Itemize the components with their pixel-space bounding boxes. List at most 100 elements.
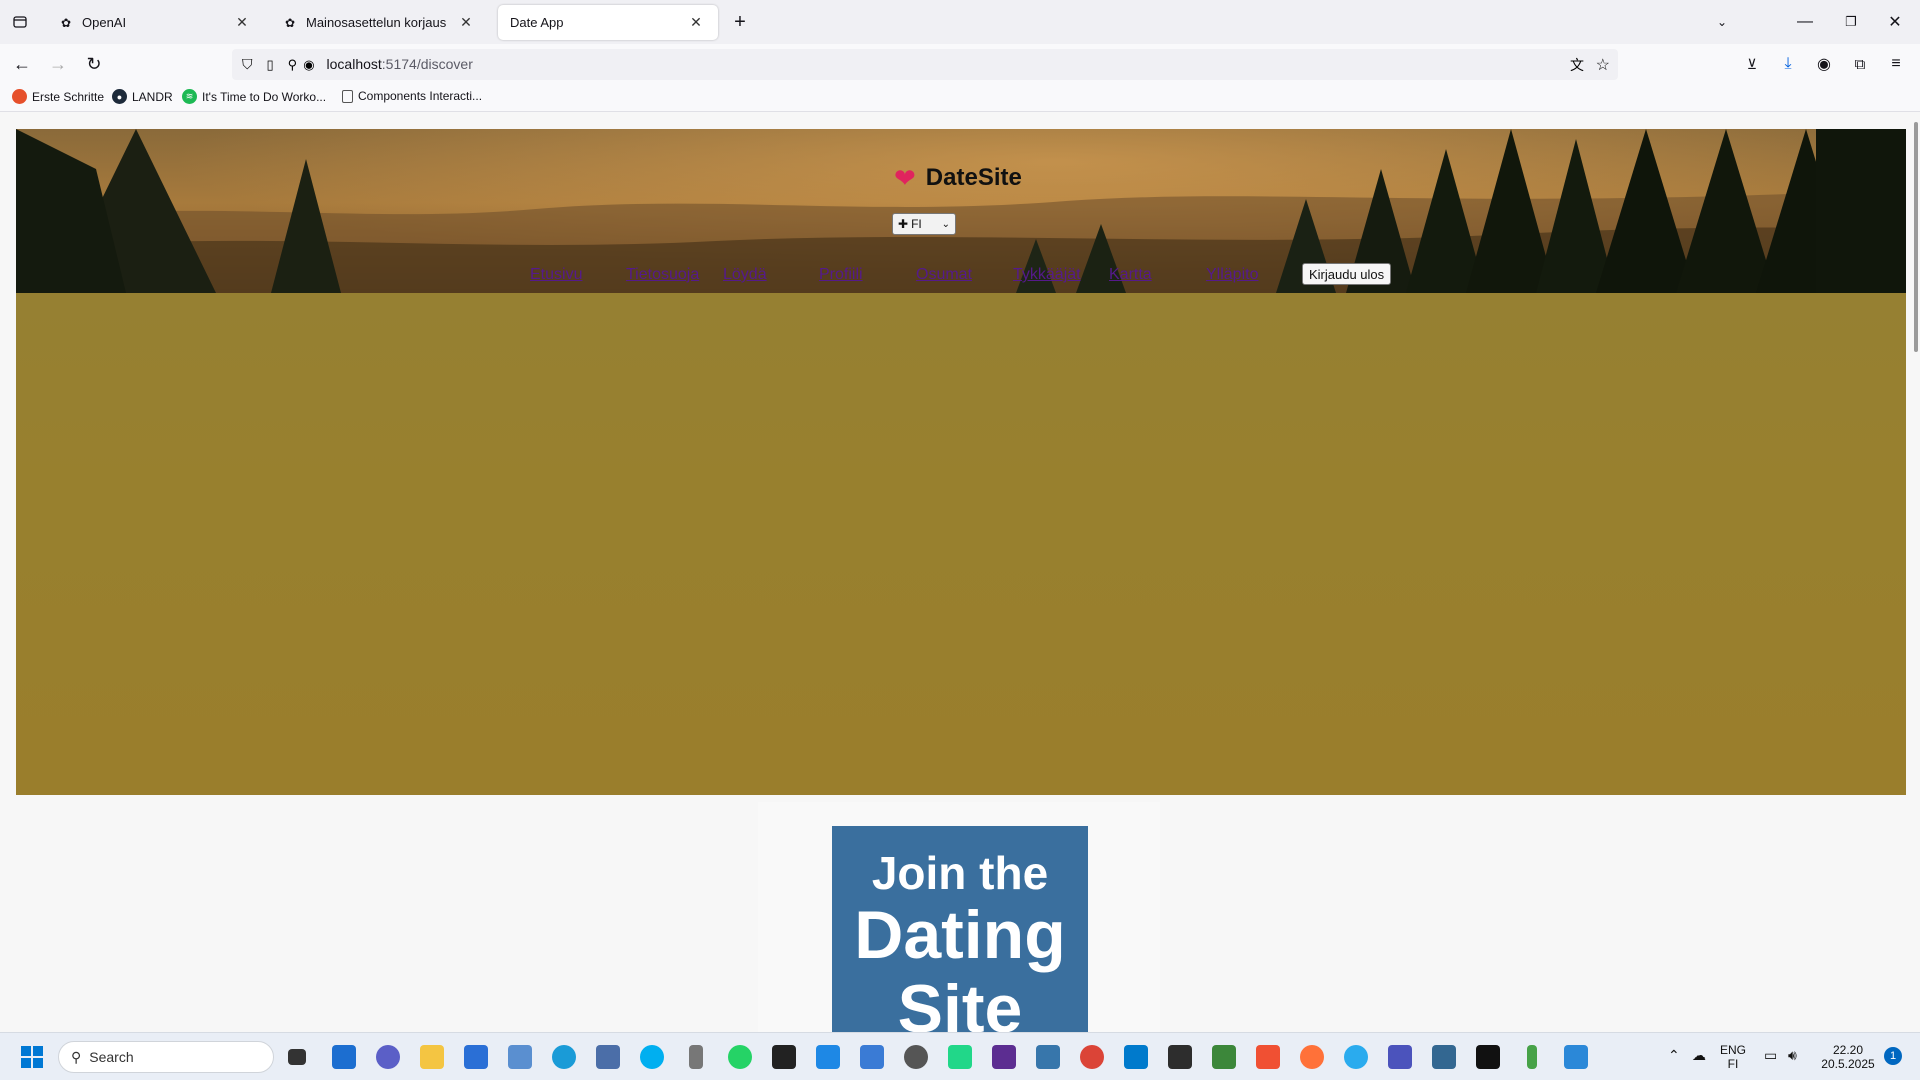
url-bar[interactable]: ⛉ ▯ ⚲ ◉ localhost:5174/discover 文 ☆ [232, 49, 1618, 80]
nav-kartta[interactable]: Kartta [1109, 266, 1152, 284]
shield-icon[interactable]: ⛉ [242, 56, 253, 73]
close-icon[interactable]: ✕ [456, 13, 476, 33]
tab-date-app[interactable]: Date App ✕ [498, 5, 718, 40]
bookmark-workout[interactable]: ≋ It's Time to Do Worko... [182, 89, 326, 104]
back-icon[interactable]: ← [10, 52, 34, 76]
teams-chat-icon[interactable] [376, 1045, 400, 1069]
cmd-icon[interactable] [1476, 1045, 1500, 1069]
notepad-icon[interactable] [1564, 1045, 1588, 1069]
minimize-icon[interactable]: — [1790, 8, 1820, 36]
page-info-icon[interactable]: ▯ [267, 57, 274, 73]
translate-icon[interactable]: 文 [1570, 55, 1584, 75]
url-path: :5174/discover [381, 55, 473, 72]
calculator-icon[interactable] [596, 1045, 620, 1069]
vscode-icon[interactable] [1124, 1045, 1148, 1069]
nav-tykkaajat[interactable]: Tykkääjät [1013, 266, 1081, 284]
firefox-icon[interactable] [1300, 1045, 1324, 1069]
site-brand: DateSite [925, 164, 1022, 191]
restore-icon[interactable]: ❐ [1836, 8, 1866, 36]
close-icon[interactable]: ✕ [232, 13, 252, 33]
page-scrollbar[interactable] [1914, 122, 1918, 352]
header-banner: ❤ DateSite ✚ FI ⌄ Etusivu Tietosuoja Löy… [16, 129, 1906, 293]
visual-studio-icon[interactable] [992, 1045, 1016, 1069]
bookmark-landr[interactable]: ● LANDR [112, 89, 173, 104]
nav-profiili[interactable]: Profiili [819, 266, 863, 284]
bookmark-erste-schritte[interactable]: Erste Schritte [12, 89, 104, 104]
input-language[interactable]: ENG FI [1720, 1043, 1746, 1071]
tray-chevron-up-icon[interactable]: ⌃ [1668, 1047, 1680, 1064]
bookmark-label: LANDR [132, 89, 173, 104]
lang-top: ENG [1720, 1043, 1747, 1057]
new-tab-icon[interactable]: + [728, 10, 752, 34]
close-icon[interactable]: ✕ [686, 13, 706, 33]
bookmark-components[interactable]: Components Interacti... [342, 89, 482, 103]
nodejs-icon[interactable] [1212, 1045, 1236, 1069]
list-tabs-icon[interactable]: ⌄ [1710, 10, 1734, 34]
nav-yllapito[interactable]: Ylläpito [1206, 266, 1258, 284]
microphone-icon[interactable] [689, 1045, 703, 1069]
telegram-icon[interactable] [1344, 1045, 1368, 1069]
tab-mainosasettelun[interactable]: ✿ Mainosasettelun korjaus ✕ [270, 5, 488, 40]
search-placeholder: Search [89, 1049, 134, 1065]
language-select[interactable]: ✚ FI ⌄ [892, 213, 956, 235]
snipping-icon[interactable] [860, 1045, 884, 1069]
settings-gear-icon[interactable] [904, 1045, 928, 1069]
task-view-icon[interactable] [288, 1049, 306, 1065]
language-value: FI [911, 217, 922, 231]
pocket-icon[interactable]: ⊻ [1740, 52, 1764, 76]
edge-icon[interactable] [552, 1045, 576, 1069]
reload-icon[interactable]: ↻ [82, 52, 106, 76]
photos-icon[interactable] [816, 1045, 840, 1069]
tab-title: Mainosasettelun korjaus [306, 15, 447, 30]
ad-banner[interactable]: Join the Dating Site [832, 826, 1088, 1032]
site-logo[interactable]: ❤ DateSite [894, 164, 1022, 192]
live-icon[interactable] [772, 1045, 796, 1069]
notification-badge[interactable]: 1 [1884, 1047, 1902, 1065]
extensions-icon[interactable]: ⧉ [1848, 52, 1872, 76]
skype-icon[interactable] [640, 1045, 664, 1069]
clock[interactable]: 22.20 20.5.2025 [1816, 1043, 1880, 1071]
nav-loyda[interactable]: Löydä [723, 266, 767, 284]
ad-line-1: Join the [871, 847, 1049, 899]
postgres-icon[interactable] [1432, 1045, 1456, 1069]
volume-icon[interactable]: 🔊︎ [1788, 1047, 1797, 1064]
bookmark-star-icon[interactable]: ☆ [1596, 55, 1610, 75]
permissions-icon[interactable]: ⚲ [288, 57, 298, 73]
menu-icon[interactable]: ≡ [1884, 52, 1908, 76]
windows-start-icon[interactable] [20, 1045, 44, 1069]
spotify-icon: ≋ [182, 89, 197, 104]
navigation-toolbar: ← → ↻ ⛉ ▯ ⚲ ◉ localhost:5174/discover 文 … [0, 44, 1920, 84]
landr-icon: ● [112, 89, 127, 104]
onedrive-icon[interactable]: ☁ [1692, 1047, 1706, 1064]
whatsapp-icon[interactable] [728, 1045, 752, 1069]
remote-desktop-icon[interactable] [508, 1045, 532, 1069]
chrome-icon[interactable] [1080, 1045, 1104, 1069]
network-icon[interactable]: ▭ [1764, 1047, 1777, 1064]
search-icon: ⚲ [71, 1048, 82, 1065]
location-icon[interactable]: ◉ [303, 57, 314, 73]
git-icon[interactable] [1256, 1045, 1280, 1069]
nav-osumat[interactable]: Osumat [916, 266, 972, 284]
downloads-icon[interactable]: ⤓ [1776, 52, 1800, 76]
page-viewport: ❤ DateSite ✚ FI ⌄ Etusivu Tietosuoja Löy… [0, 112, 1920, 1032]
tab-openai[interactable]: ✿ OpenAI ✕ [46, 5, 264, 40]
account-icon[interactable]: ◉ [1812, 52, 1836, 76]
teams-icon[interactable] [1388, 1045, 1412, 1069]
forward-icon[interactable]: → [46, 52, 70, 76]
ad-line-3: Site [897, 971, 1023, 1032]
nav-etusivu[interactable]: Etusivu [530, 266, 582, 284]
logout-button[interactable]: Kirjaudu ulos [1302, 263, 1392, 285]
widgets-icon[interactable] [332, 1045, 356, 1069]
taskbar-search[interactable]: ⚲ Search [58, 1041, 274, 1073]
pycharm-icon[interactable] [948, 1045, 972, 1069]
file-explorer-icon[interactable] [420, 1045, 444, 1069]
bookmark-label: Erste Schritte [32, 89, 105, 104]
bookmark-label: It's Time to Do Worko... [202, 89, 327, 104]
terminal-icon[interactable] [1168, 1045, 1192, 1069]
mongodb-icon[interactable] [1527, 1045, 1537, 1069]
close-window-icon[interactable]: ✕ [1880, 8, 1910, 36]
store-icon[interactable] [464, 1045, 488, 1069]
python-icon[interactable] [1036, 1045, 1060, 1069]
tab-overview-icon[interactable] [8, 10, 32, 34]
nav-tietosuoja[interactable]: Tietosuoja [626, 266, 699, 284]
